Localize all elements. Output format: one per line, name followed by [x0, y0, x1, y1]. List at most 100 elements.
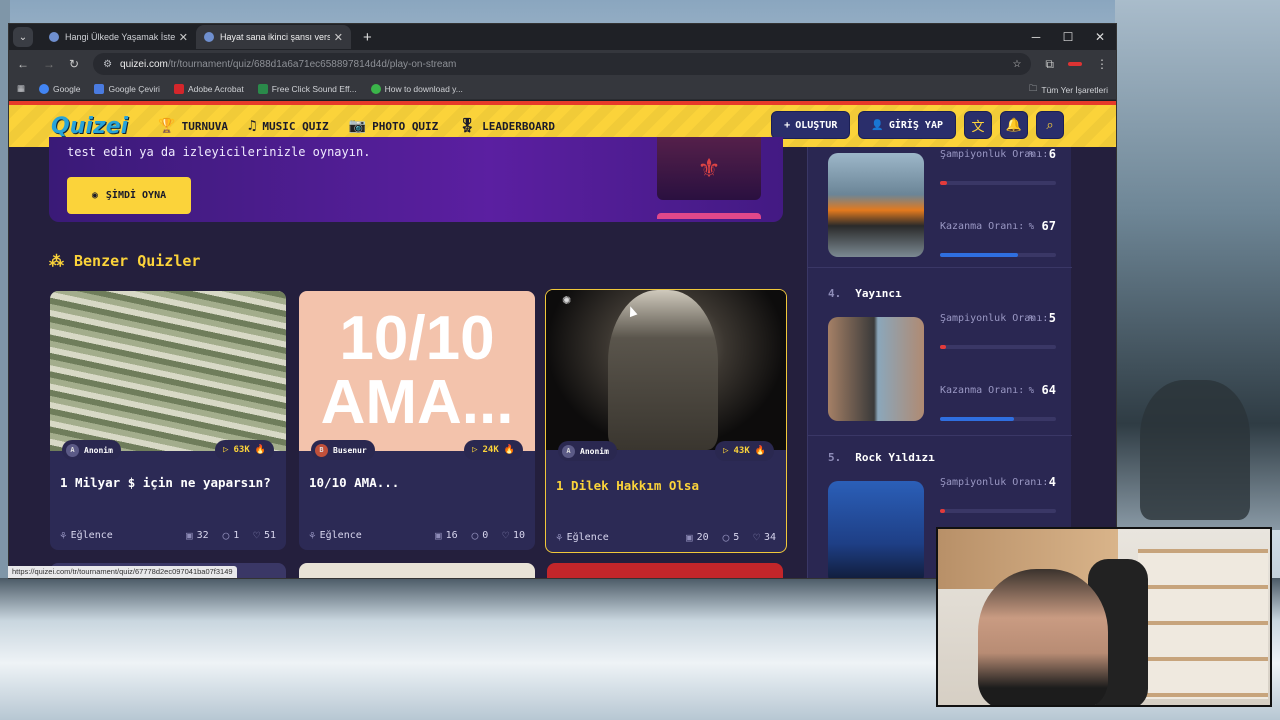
soldier-figure: [608, 290, 718, 450]
author-badge[interactable]: A Anonim: [558, 441, 617, 461]
category-label: Eğlence: [319, 530, 362, 541]
comment-icon: ◯: [471, 529, 479, 542]
nav-music-quiz[interactable]: ♫ MUSIC QUIZ: [248, 118, 329, 134]
divider: [808, 435, 1072, 436]
quiz-card-peek[interactable]: [547, 563, 783, 578]
play-icon: ▷: [723, 446, 729, 456]
quiz-card[interactable]: A Anonim ▷ 63K 🔥 1 Milyar $ için ne yaparsı…: [50, 291, 286, 550]
play-icon: ▷: [472, 445, 478, 455]
desktop-background-tree: [1140, 380, 1250, 520]
language-button[interactable]: 文: [964, 111, 992, 139]
site-logo[interactable]: Quizei: [51, 114, 128, 139]
category-icon: ⚘: [556, 531, 563, 544]
heart-icon: ♡: [502, 529, 509, 542]
maximize-button[interactable]: ☐: [1052, 24, 1084, 50]
new-tab-button[interactable]: +: [363, 29, 372, 46]
quiz-thumbnail: 10/10 AMA...: [299, 291, 535, 451]
divider: [808, 267, 1072, 268]
category-icon: ⚘: [309, 529, 316, 542]
bookmark-item[interactable]: Google: [39, 83, 80, 94]
bookmark-item[interactable]: How to download y...: [370, 83, 463, 94]
nav-tournament[interactable]: 🏆 TURNUVA: [158, 118, 228, 142]
champion-rate-value: 5: [1048, 311, 1056, 325]
link-status-bar: https://quizei.com/tr/tournament/quiz/67…: [8, 566, 237, 578]
quiz-card[interactable]: 10/10 AMA... B Busenur ▷ 24K 🔥 10/10 AMA...…: [299, 291, 535, 550]
category-label: Eğlence: [70, 530, 113, 541]
bookmark-star-icon[interactable]: ☆: [1012, 59, 1021, 70]
tab-search-button[interactable]: ⌄: [13, 27, 33, 47]
play-now-button[interactable]: ◉ ŞİMDİ OYNA: [67, 177, 191, 214]
music-icon: ♫: [247, 118, 257, 134]
author-badge[interactable]: B Busenur: [311, 440, 375, 460]
site-info-icon[interactable]: ⚙: [103, 59, 112, 70]
search-icon: ⌕: [1046, 117, 1054, 132]
tab-title: Hangi Ülkede Yaşamak İsterdin: [65, 32, 175, 42]
quiz-title[interactable]: 10/10 AMA...: [309, 473, 525, 492]
avatar: B: [315, 443, 328, 457]
bookmarks-bar: ▦ Google Google Çeviri Adobe Acrobat Fre…: [9, 78, 1116, 100]
address-bar[interactable]: ⚙ quizei.com/tr/tournament/quiz/688d1a6a…: [93, 53, 1032, 75]
extension-red-icon[interactable]: [1068, 62, 1082, 66]
quiz-card-peek[interactable]: [299, 563, 535, 578]
comment-icon: ◯: [222, 529, 230, 542]
quiz-title[interactable]: 1 Milyar $ için ne yaparsın?: [60, 473, 276, 492]
tab-close-icon[interactable]: ✕: [334, 31, 343, 44]
tab-1[interactable]: Hangi Ülkede Yaşamak İsterdin ✕: [41, 25, 196, 49]
trophy-icon: 🏆: [158, 118, 176, 134]
hero-text: test edin ya da izleyicilerinizle oynayı…: [67, 145, 371, 159]
hero-image: ⚜: [657, 137, 761, 200]
quiz-card-selected[interactable]: ✺ A Anonim ▷ 43K 🔥 1 Dilek Hakkım Olsa ⚘ Eğl…: [545, 289, 787, 553]
nav-leaderboard[interactable]: 🎖 LEADERBOARD: [458, 118, 555, 134]
tab-close-icon[interactable]: ✕: [179, 31, 188, 44]
all-bookmarks[interactable]: 🗀 Tüm Yer İşaretleri: [1029, 83, 1108, 97]
minimize-button[interactable]: ─: [1020, 24, 1052, 50]
search-button[interactable]: ⌕: [1036, 111, 1064, 139]
quiz-thumbnail: ✺: [546, 290, 786, 450]
champion-rate-fill: [940, 509, 945, 513]
entry-rank: 4.: [828, 287, 842, 300]
leaderboard-entry[interactable]: 4. Yayıncı: [828, 287, 1068, 310]
entry-image[interactable]: [828, 317, 924, 421]
win-rate-value: 67: [1041, 219, 1056, 233]
window-controls: ─ ☐ ✕: [1020, 24, 1116, 50]
author-badge[interactable]: A Anonim: [62, 440, 121, 460]
login-button[interactable]: 👤 GİRİŞ YAP: [858, 111, 956, 139]
questions-icon: ▣: [186, 529, 193, 542]
notifications-button[interactable]: 🔔: [1000, 111, 1028, 139]
nav-photo-quiz[interactable]: 📷 PHOTO QUIZ: [349, 118, 439, 134]
hero-banner: test edin ya da izleyicilerinizle oynayı…: [49, 137, 783, 222]
bookmark-item[interactable]: Google Çeviri: [94, 83, 160, 94]
bookmark-item[interactable]: Free Click Sound Eff...: [257, 83, 357, 94]
acrobat-icon: [173, 83, 184, 94]
apps-icon[interactable]: ▦: [17, 83, 25, 94]
win-rate-bar: [940, 253, 1056, 257]
questions-icon: ▣: [686, 531, 693, 544]
entry-image[interactable]: [828, 481, 924, 578]
forward-icon[interactable]: →: [43, 57, 55, 71]
menu-icon[interactable]: ⋮: [1096, 57, 1108, 71]
webcam-overlay: [936, 527, 1272, 707]
create-button[interactable]: + OLUŞTUR: [771, 111, 851, 139]
play-icon: ▷: [223, 445, 229, 455]
back-icon[interactable]: ←: [17, 57, 29, 71]
emblem-icon: ⚜: [697, 153, 721, 183]
reload-icon[interactable]: ↻: [69, 57, 79, 71]
category-label: Eğlence: [566, 532, 609, 543]
quiz-meta: ⚘ Eğlence ▣ 20 ◯ 5 ♡ 34: [556, 531, 776, 544]
tab-2[interactable]: Hayat sana ikinci şansı verseydi ✕: [196, 25, 351, 49]
camera-icon: 📷: [348, 118, 367, 134]
translate-icon: [94, 83, 105, 94]
thumbnail-text: 10/10 AMA...: [320, 304, 514, 437]
translate-icon: 文: [971, 118, 985, 134]
bookmark-item[interactable]: Adobe Acrobat: [173, 83, 244, 94]
webcam-shelf: [1138, 549, 1268, 699]
champion-rate-bar: [940, 181, 1056, 185]
leaderboard-entry[interactable]: 5. Rock Yıldızı: [828, 451, 1068, 474]
tab-title: Hayat sana ikinci şansı verseydi: [220, 32, 330, 42]
quiz-title[interactable]: 1 Dilek Hakkım Olsa: [556, 476, 776, 495]
entry-image[interactable]: [828, 153, 924, 257]
extensions-icon[interactable]: ⧉: [1045, 57, 1054, 72]
entry-name: Rock Yıldızı: [855, 451, 935, 464]
medal-icon: 🎖: [458, 118, 477, 134]
close-window-button[interactable]: ✕: [1084, 24, 1116, 50]
